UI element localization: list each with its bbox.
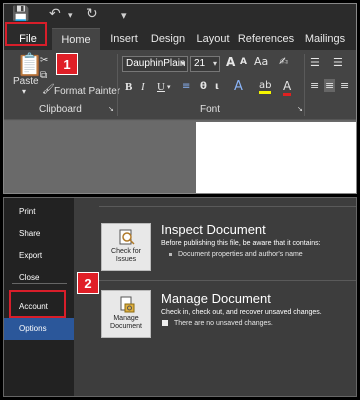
clipboard-group-label: Clipboard [39,104,82,115]
nav-item-options[interactable]: Options [4,318,74,340]
change-case-icon[interactable]: Aa [254,55,268,68]
ribbon-tabs: File Home Insert Design Layout Reference… [4,28,356,50]
font-launcher-icon[interactable]: ↘ [297,105,303,113]
text-effects-icon[interactable]: A [234,79,243,94]
format-painter-icon[interactable]: 🖌 [42,84,55,95]
font-group-label: Font [200,104,221,115]
word-ribbon-panel: 💾 ↶ ▾ ↻ ▾ File Home Insert Design Layout… [3,3,357,194]
redo-icon[interactable]: ↻ [86,6,98,22]
group-divider [304,54,305,116]
align-center-icon[interactable]: ≡ [324,79,336,92]
step-badge-2: 2 [77,272,99,294]
tab-home[interactable]: Home [52,28,100,50]
inspect-document-icon [119,229,135,245]
quick-access-toolbar: 💾 ↶ ▾ ↻ ▾ [4,4,356,28]
manage-bullet-text: There are no unsaved changes. [174,320,273,327]
section-divider [99,280,356,281]
shrink-font-icon[interactable]: A [240,57,247,67]
chevron-down-icon[interactable]: ▾ [213,57,217,71]
superscript-icon[interactable]: 𝝸 [215,81,219,92]
customize-toolbar-icon[interactable]: ▾ [121,9,127,22]
nav-item-export[interactable]: Export [4,245,74,267]
align-left-icon[interactable]: ≡ [310,79,319,92]
nav-divider [12,283,67,284]
undo-icon[interactable]: ↶ [49,6,61,22]
font-color-icon[interactable]: A [283,79,292,96]
font-size-value: 21 [194,58,206,69]
section-divider [99,206,356,207]
manage-document-button[interactable]: Manage Document [101,290,151,338]
document-page[interactable] [196,122,356,193]
manage-document-title: Manage Document [161,291,271,306]
bullets-icon[interactable]: ☰ [310,56,320,69]
highlight-icon[interactable]: ab [259,80,272,94]
font-size-combo[interactable]: 21 ▾ [190,56,220,72]
clipboard-launcher-icon[interactable]: ↘ [108,105,114,113]
manage-bullet: There are no unsaved changes. [162,320,273,327]
manage-document-label: Manage Document [110,315,142,330]
check-for-issues-label: Check for Issues [111,248,141,263]
paste-label[interactable]: Paste [13,76,39,87]
strikethrough-icon[interactable]: ≡ [182,81,190,92]
manage-document-icon [120,296,135,313]
numbering-icon[interactable]: ☰ [333,56,343,69]
manage-document-description: Check in, check out, and recover unsaved… [161,309,322,316]
account-highlight [9,290,66,318]
document-status-icon [162,320,168,327]
font-name-combo[interactable]: DauphinPlain ▾ [122,56,188,72]
bold-icon[interactable]: B [125,81,132,93]
underline-icon[interactable]: U [157,81,165,93]
undo-dropdown-icon[interactable]: ▾ [68,11,73,21]
underline-dropdown-icon[interactable]: ▾ [167,83,171,91]
inspect-bullet: Document properties and author's name [169,251,303,258]
chevron-down-icon[interactable]: ▾ [181,57,185,71]
file-tab-highlight [5,22,47,46]
subscript-icon[interactable]: 𝝷 [200,81,207,92]
clear-formatting-icon[interactable]: ✍ [279,55,288,68]
step-badge-1: 1 [56,53,78,75]
tab-mailings[interactable]: Mailings [297,28,353,50]
save-icon[interactable]: 💾 [12,6,29,22]
nav-item-share[interactable]: Share [4,223,74,245]
nav-item-print[interactable]: Print [4,201,74,223]
check-for-issues-button[interactable]: Check for Issues [101,223,151,271]
group-divider [117,54,118,116]
font-name-value: DauphinPlain [126,58,186,69]
italic-icon[interactable]: I [141,81,145,93]
info-pane: Check for Issues Inspect Document Before… [74,198,356,396]
cut-icon[interactable]: ✂ [40,55,48,66]
copy-icon[interactable]: ⧉ [40,70,47,81]
tab-insert[interactable]: Insert [104,28,144,50]
align-right-icon[interactable]: ≡ [340,79,349,92]
tab-layout[interactable]: Layout [192,28,234,50]
inspect-document-description: Before publishing this file, be aware th… [161,240,321,247]
nav-item-close[interactable]: Close [4,267,74,289]
tab-design[interactable]: Design [146,28,190,50]
inspect-document-title: Inspect Document [161,222,266,237]
tab-references[interactable]: References [236,28,296,50]
format-painter-label[interactable]: Format Painter [54,86,120,97]
paste-dropdown-icon[interactable]: ▾ [22,87,26,96]
inspect-bullet-text: Document properties and author's name [178,251,303,258]
grow-font-icon[interactable]: A [226,55,235,69]
